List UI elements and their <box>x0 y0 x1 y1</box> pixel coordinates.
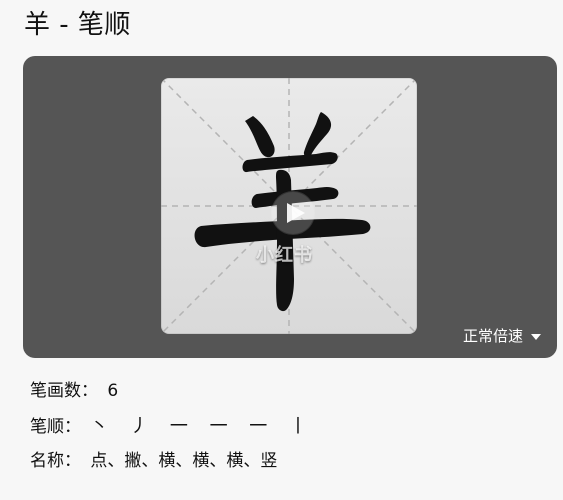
stroke-count-row: 笔画数： 6 <box>30 380 118 402</box>
play-icon <box>272 192 314 234</box>
playback-speed-label: 正常倍速 <box>462 327 523 345</box>
watermark-logo: 小红书 <box>256 245 313 266</box>
stroke-order-label: 笔顺： <box>30 417 81 437</box>
stroke-order-row: 笔顺： 丶 丿 一 一 一 丨 <box>30 416 315 438</box>
play-button[interactable] <box>271 191 315 235</box>
stroke-names-row: 名称： 点、撇、横、横、横、竖 <box>30 450 277 472</box>
stroke-names-label: 名称： <box>30 451 81 471</box>
page-title: 羊 - 笔顺 <box>24 10 131 40</box>
stroke-order-video-player[interactable]: 小红书 正常倍速 <box>23 56 557 358</box>
stroke-names-value: 点、撇、横、横、横、竖 <box>90 451 278 471</box>
chevron-down-icon <box>531 334 541 340</box>
stroke-count-label: 笔画数： <box>30 381 98 401</box>
stroke-order-sequence: 丶 丿 一 一 一 丨 <box>90 416 316 437</box>
playback-speed-dropdown[interactable]: 正常倍速 <box>463 326 541 346</box>
stroke-count-value: 6 <box>107 381 119 401</box>
